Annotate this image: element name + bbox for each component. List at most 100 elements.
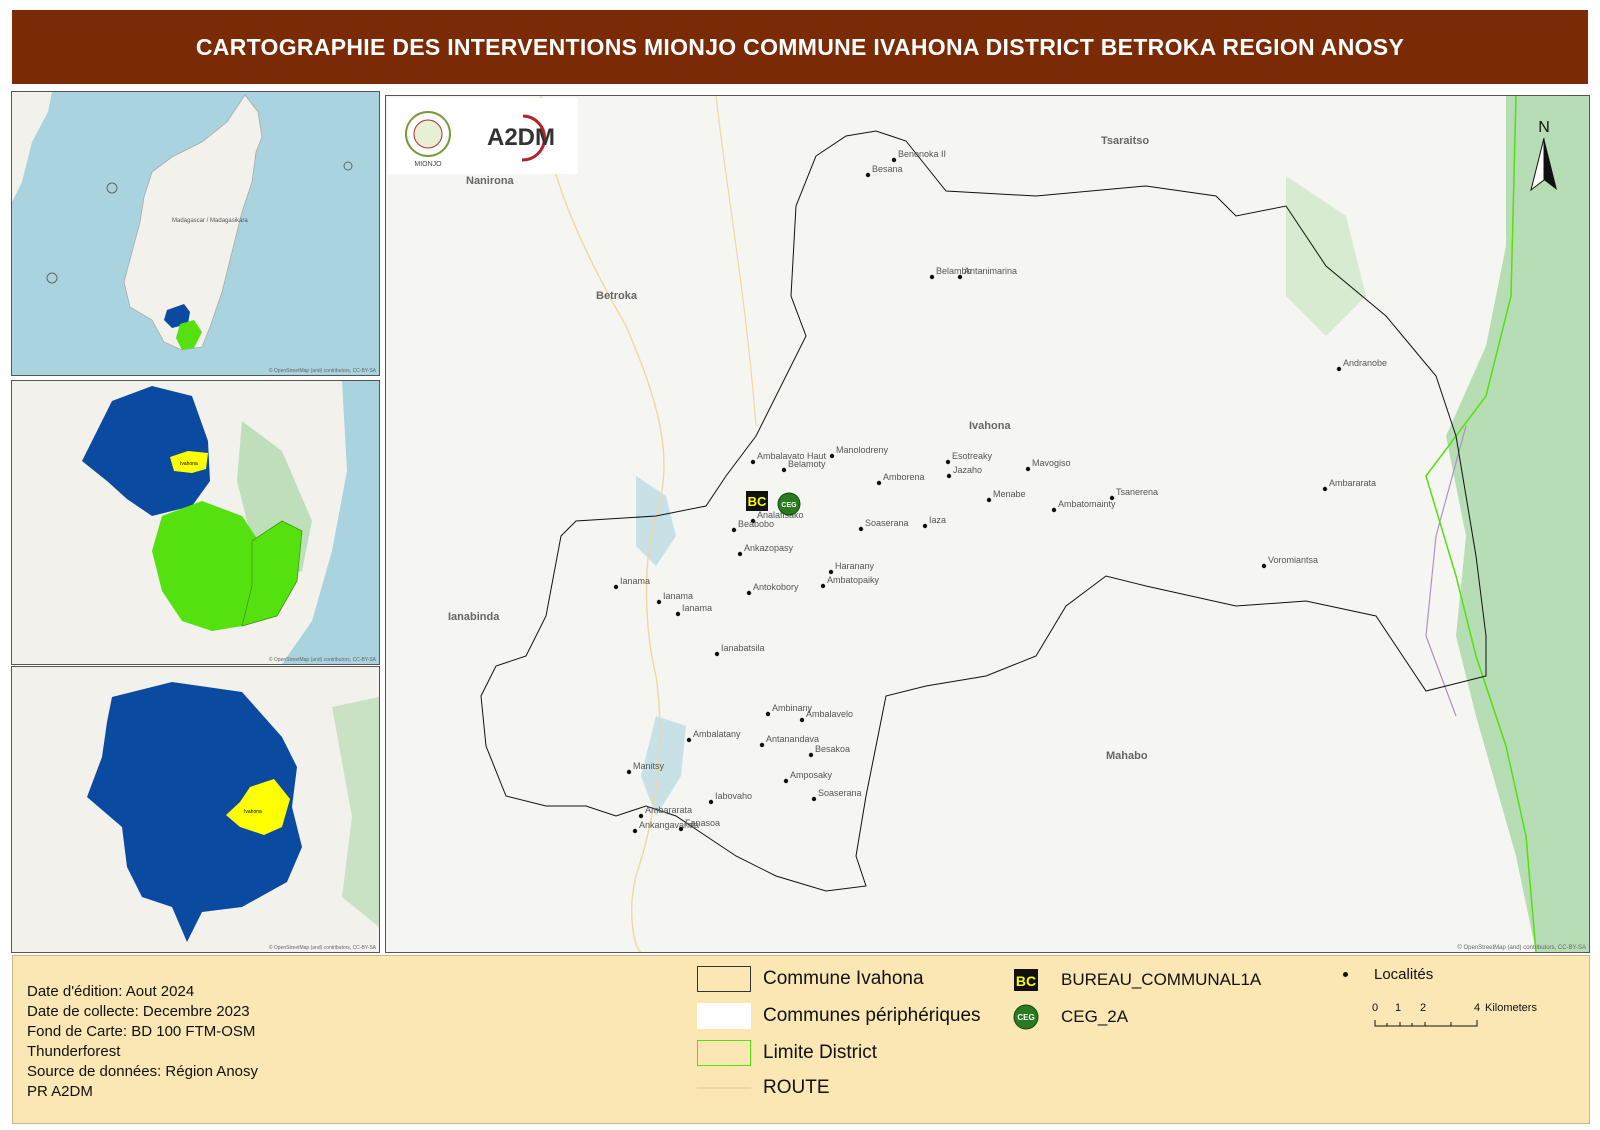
locality-dot[interactable]: [799, 717, 805, 723]
scale-tick-1: 1: [1395, 1002, 1401, 1014]
north-arrow-light: [1530, 137, 1545, 192]
locality-dot[interactable]: [626, 769, 632, 775]
locality-label: Ianabatsila: [721, 643, 765, 653]
locality-label: Mavogiso: [1032, 458, 1071, 468]
locality-label: Ambalavelo: [806, 709, 853, 719]
neighbour-commune-label: Ivahona: [969, 420, 1011, 432]
logo-inner: [413, 119, 443, 149]
locality-label: Besakoa: [815, 744, 850, 754]
locality-dot[interactable]: [1322, 486, 1328, 492]
locality-label: Tsanerena: [1116, 487, 1158, 497]
locality-label: Ambalatany: [693, 729, 741, 739]
a2dm-logo-text: A2DM: [487, 124, 555, 151]
locality-label: Benonoka II: [898, 149, 946, 159]
scale-bar: 0 1 2 4 Kilometers: [1370, 996, 1560, 1051]
legend-label-localites: Localités: [1374, 966, 1434, 983]
ceg-school-marker[interactable]: CEG: [777, 492, 801, 516]
locality-dot[interactable]: [1336, 366, 1342, 372]
locality-dot[interactable]: [686, 737, 692, 743]
locality-label: Antanandava: [766, 734, 819, 744]
bureau-communal-marker[interactable]: BC: [746, 491, 768, 511]
locality-label: Soaserana: [818, 788, 862, 798]
locality-label: Haranany: [835, 561, 875, 571]
legend-item-bureau: BC BUREAU_COMMUNAL1A: [1013, 968, 1261, 992]
scale-tick-4: 4: [1474, 1002, 1480, 1014]
scale-unit: Kilometers: [1485, 1002, 1537, 1014]
locality-dot[interactable]: [865, 172, 871, 178]
locality-label: Ambatomainty: [1058, 499, 1116, 509]
locality-dot[interactable]: [945, 459, 951, 465]
svg-text:CEG: CEG: [781, 502, 797, 509]
locality-dot[interactable]: [957, 274, 963, 280]
neighbour-commune-label: Betroka: [596, 290, 638, 302]
locality-dot[interactable]: [759, 742, 765, 748]
locality-dot[interactable]: [708, 799, 714, 805]
locality-dot[interactable]: [678, 826, 684, 832]
locality-dot[interactable]: [1051, 507, 1057, 513]
locality-dot[interactable]: [929, 274, 935, 280]
legend-label-bureau: BUREAU_COMMUNAL1A: [1061, 970, 1262, 989]
locality-dot[interactable]: [808, 752, 814, 758]
inset-map-madagascar[interactable]: Madagascar / Madagasikara © OpenStreetMa…: [11, 91, 380, 376]
locality-dot[interactable]: [828, 569, 834, 575]
locality-dot[interactable]: [986, 497, 992, 503]
locality-dot[interactable]: [765, 711, 771, 717]
legend-label-route: ROUTE: [763, 1077, 830, 1098]
locality-dot[interactable]: [1025, 466, 1031, 472]
ceg-school-icon: CEG: [1013, 1004, 1039, 1030]
inset-map-region[interactable]: Ivahona © OpenStreetMap (and) contributo…: [11, 380, 380, 665]
meta-edition-date: Date d'édition: Aout 2024: [27, 983, 195, 1000]
main-map[interactable]: Nanirona Betroka Ianabinda Tsaraitso Mahabo I…: [385, 95, 1590, 953]
locality-dot[interactable]: [737, 551, 743, 557]
locality-label: Ianama: [663, 591, 693, 601]
locality-label: Iaza: [929, 515, 946, 525]
locality-dot[interactable]: [638, 813, 644, 819]
meta-basemap: Fond de Carte: BD 100 FTM-OSM: [27, 1023, 256, 1040]
locality-dot[interactable]: [820, 583, 826, 589]
district-limit-swatch: [697, 1040, 751, 1066]
locality-dot[interactable]: [811, 796, 817, 802]
inset-map-district[interactable]: Ivahona © OpenStreetMap (and) contributo…: [11, 666, 380, 953]
locality-dot[interactable]: [632, 828, 638, 834]
route-swatch: [697, 1087, 751, 1089]
locality-dot[interactable]: [946, 473, 952, 479]
locality-dot[interactable]: [781, 467, 787, 473]
locality-dot[interactable]: [876, 480, 882, 486]
locality-dot[interactable]: [783, 778, 789, 784]
locality-dot[interactable]: [731, 527, 737, 533]
meta-source: Source de données: Région Anosy: [27, 1063, 258, 1080]
logo-panel: MIONJO A2DM: [388, 98, 578, 174]
legend-item-route: ROUTE: [697, 1077, 830, 1099]
locality-label: Ianama: [620, 576, 650, 586]
locality-dot[interactable]: [613, 584, 619, 590]
locality-label: Ankazopasy: [744, 543, 794, 553]
locality-label: Jazaho: [953, 465, 982, 475]
commune-label: Ivahona: [180, 461, 198, 467]
locality-dot-icon: [1343, 972, 1348, 977]
meta-collect-date: Date de collecte: Decembre 2023: [27, 1003, 250, 1020]
legend-label-commune: Commune Ivahona: [763, 968, 924, 989]
country-label: Madagascar / Madagasikara: [172, 218, 248, 224]
locality-dot[interactable]: [656, 599, 662, 605]
locality-label: Antanimarina: [964, 266, 1017, 276]
madagascar-map-svg: Madagascar / Madagasikara: [12, 92, 379, 375]
locality-dot[interactable]: [1261, 563, 1267, 569]
locality-dot[interactable]: [829, 453, 835, 459]
map-title: CARTOGRAPHIE DES INTERVENTIONS MIONJO CO…: [12, 10, 1588, 84]
locality-dot[interactable]: [891, 157, 897, 163]
locality-label: Ianama: [682, 603, 712, 613]
locality-dot[interactable]: [922, 523, 928, 529]
locality-dot[interactable]: [714, 651, 720, 657]
scale-bar-graphic: 0 1 2 4 Kilometers: [1372, 1002, 1537, 1027]
meta-producer: PR A2DM: [27, 1083, 93, 1100]
scale-tick-2: 2: [1420, 1002, 1426, 1014]
locality-dot[interactable]: [746, 590, 752, 596]
legend-label-ceg: CEG_2A: [1061, 1007, 1129, 1026]
svg-text:BC: BC: [748, 494, 767, 509]
locality-dot[interactable]: [675, 611, 681, 617]
scale-tick-0: 0: [1372, 1002, 1378, 1014]
ceg-icon-text: CEG: [1017, 1013, 1034, 1022]
locality-dot[interactable]: [750, 459, 756, 465]
locality-dot[interactable]: [858, 526, 864, 532]
legend-item-ceg: CEG CEG_2A: [1013, 1004, 1128, 1030]
